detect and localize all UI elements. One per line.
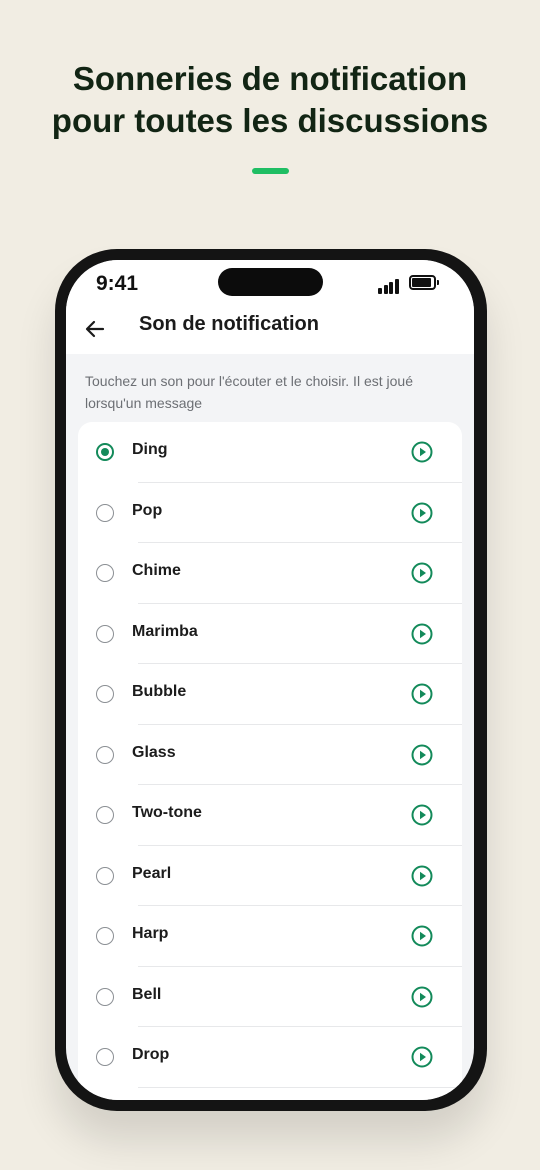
- back-button[interactable]: [82, 316, 108, 342]
- play-icon[interactable]: [411, 804, 433, 826]
- play-icon[interactable]: [411, 441, 433, 463]
- radio-button[interactable]: [96, 624, 114, 643]
- app-bar: Son de notification: [66, 312, 474, 354]
- phone-screen: 9:41 Son de notification Touchez un son …: [66, 260, 474, 1100]
- play-icon[interactable]: [411, 683, 433, 705]
- radio-button[interactable]: [96, 443, 114, 461]
- row-divider: [138, 1086, 462, 1088]
- radio-button[interactable]: [96, 564, 114, 582]
- marketing-headline: Sonneries de notification pour toutes le…: [0, 58, 540, 142]
- radio-button[interactable]: [96, 503, 114, 522]
- radio-button[interactable]: [96, 927, 114, 945]
- radio-button[interactable]: [96, 806, 114, 824]
- sound-label: Marimba: [132, 622, 198, 640]
- status-time: 9:41: [96, 272, 139, 295]
- dynamic-island: [218, 268, 323, 296]
- sound-label: Ding: [132, 441, 168, 458]
- play-icon[interactable]: [411, 562, 433, 584]
- sound-label: Chime: [132, 562, 181, 579]
- sound-option-harp[interactable]: Harp: [78, 906, 462, 967]
- sound-option-two-tone[interactable]: Two-tone: [78, 785, 462, 846]
- phone-frame: 9:41 Son de notification Touchez un son …: [55, 249, 487, 1111]
- sound-label: Bubble: [132, 683, 187, 700]
- sound-label: Drop: [132, 1046, 170, 1063]
- page-title: Son de notification: [139, 313, 319, 335]
- radio-button[interactable]: [96, 866, 114, 885]
- sound-label: Pearl: [132, 864, 172, 882]
- headline-line-2: pour toutes les discussions: [51, 102, 489, 139]
- sound-label: Two-tone: [132, 804, 202, 821]
- sound-option-marimba[interactable]: Marimba: [78, 604, 462, 664]
- sound-label: Glass: [132, 743, 176, 761]
- sound-option-glass[interactable]: Glass: [78, 725, 462, 785]
- accent-divider: [252, 168, 289, 174]
- play-icon[interactable]: [411, 502, 433, 524]
- radio-button[interactable]: [96, 987, 114, 1006]
- sound-list: Ding Pop Chime Marimba Bubble Glass Two-tone Pe…: [78, 422, 462, 1100]
- headline-line-1: Sonneries de notification: [72, 60, 468, 97]
- battery-icon: [409, 275, 439, 290]
- radio-button[interactable]: [96, 745, 114, 764]
- play-icon[interactable]: [411, 925, 433, 947]
- sound-label: Harp: [132, 925, 169, 942]
- play-icon[interactable]: [411, 1046, 433, 1068]
- radio-button[interactable]: [96, 1048, 114, 1066]
- signal-icon: [378, 276, 400, 294]
- sound-option-bubble[interactable]: Bubble: [78, 664, 462, 725]
- radio-button[interactable]: [96, 685, 114, 703]
- play-icon[interactable]: [411, 986, 433, 1008]
- sound-option-pop[interactable]: Pop: [78, 483, 462, 543]
- play-icon[interactable]: [411, 623, 433, 645]
- description-text: Touchez un son pour l'écouter et le choi…: [85, 373, 413, 411]
- sound-option-chime[interactable]: Chime: [78, 543, 462, 604]
- status-bar: 9:41: [66, 260, 474, 312]
- arrow-left-icon: [85, 320, 105, 338]
- sound-label: Bell: [132, 985, 162, 1003]
- sound-label: Pop: [132, 501, 163, 519]
- sound-option-pearl[interactable]: Pearl: [78, 846, 462, 906]
- play-icon[interactable]: [411, 865, 433, 887]
- play-icon[interactable]: [411, 744, 433, 766]
- sound-option-ding[interactable]: Ding: [78, 422, 462, 483]
- sound-option-drop[interactable]: Drop: [78, 1027, 462, 1088]
- sound-option-bell[interactable]: Bell: [78, 967, 462, 1027]
